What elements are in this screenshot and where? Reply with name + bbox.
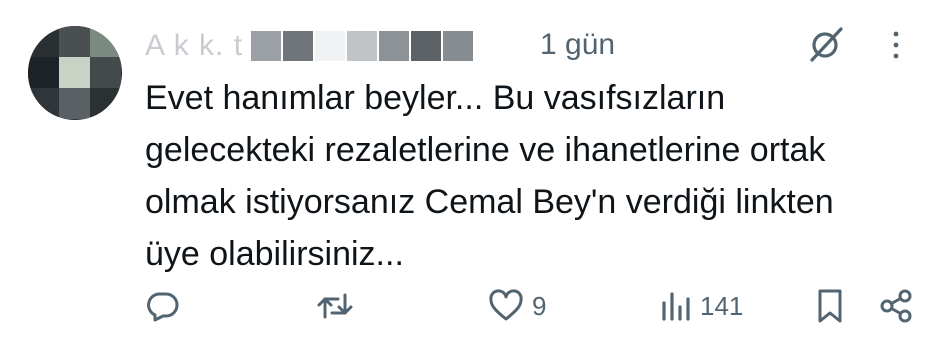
bookmark-icon: [818, 289, 842, 323]
post-text-line: gelecekteki rezaletlerine ve ihanetlerin…: [145, 131, 826, 169]
post-timestamp[interactable]: 1 gün: [540, 28, 615, 62]
author-handle-redacted: [283, 31, 314, 61]
like-count: 9: [532, 290, 547, 321]
more-vertical-icon[interactable]: [886, 28, 906, 64]
post-text: Evet hanımlar beyler... Bu vasıfsızların…: [145, 72, 925, 280]
views-count: 141: [700, 290, 744, 321]
author-handle-redacted: [347, 31, 378, 61]
repost-button[interactable]: [316, 286, 354, 326]
author-handle-redacted: [411, 31, 442, 61]
bookmark-button[interactable]: [816, 286, 844, 326]
post-text-line: Evet hanımlar beyler... Bu vasıfsızların: [145, 79, 726, 117]
views-icon: [662, 292, 690, 321]
repost-icon: [317, 293, 353, 319]
author-display-name[interactable]: A k k. t: [145, 29, 243, 63]
avatar[interactable]: [28, 26, 122, 120]
author-handle-redacted: [443, 31, 474, 61]
grok-icon[interactable]: [806, 24, 846, 64]
reply-icon: [147, 292, 179, 322]
post-text-line: üye olabilirsiniz...: [145, 235, 404, 273]
author-name[interactable]: A k k. t: [145, 29, 475, 63]
like-button[interactable]: 9: [488, 286, 546, 326]
share-button[interactable]: [878, 286, 914, 326]
share-icon: [880, 289, 912, 323]
author-handle-redacted: [379, 31, 410, 61]
reply-button[interactable]: [146, 286, 180, 326]
heart-icon: [489, 289, 523, 321]
author-handle-redacted: [251, 31, 282, 61]
post-text-line: olmak istiyorsanız Cemal Bey'n verdiği l…: [145, 183, 834, 221]
author-handle-redacted: [315, 31, 346, 61]
views-button[interactable]: 141: [660, 286, 743, 326]
